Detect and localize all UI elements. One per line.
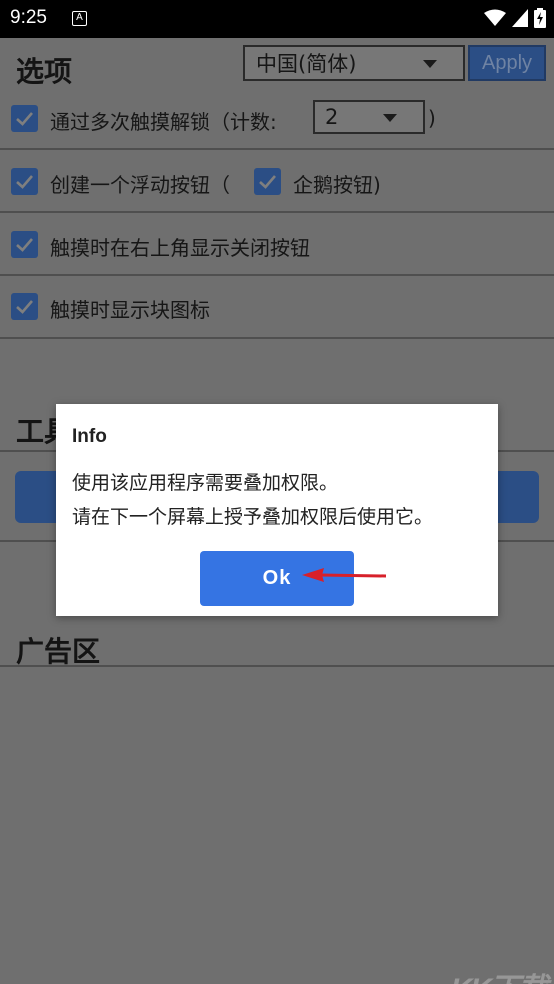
floating-button-checkbox[interactable] (11, 168, 38, 195)
setting-row-close-button: 触摸时在右上角显示关闭按钮 (0, 213, 554, 276)
count-select[interactable]: 2 (313, 100, 425, 134)
signal-icon (512, 9, 528, 27)
block-icon-label: 触摸时显示块图标 (50, 298, 210, 322)
setting-row-unlock: 通过多次触摸解锁（计数: 2 ) (0, 88, 554, 150)
dialog-title: Info (72, 426, 107, 447)
count-value: 2 (325, 105, 339, 129)
watermark-logo: KK下载 (451, 964, 548, 984)
dialog-message-line2: 请在下一个屏幕上授予叠加权限后使用它。 (72, 506, 434, 528)
block-icon-checkbox[interactable] (11, 293, 38, 320)
close-button-checkbox[interactable] (11, 231, 38, 258)
battery-icon (534, 8, 546, 28)
clock: 9:25 (10, 7, 47, 28)
check-icon (16, 238, 33, 252)
setting-row-floating: 创建一个浮动按钮（ 企鹅按钮) (0, 150, 554, 213)
annotation-arrow-icon (302, 568, 387, 582)
unlock-checkbox[interactable] (11, 105, 38, 132)
dropdown-arrow-icon (423, 60, 437, 68)
dialog-message-line1: 使用该应用程序需要叠加权限。 (72, 472, 339, 494)
language-select[interactable]: 中国(简体) (243, 45, 465, 81)
check-icon (16, 175, 33, 189)
penguin-button-checkbox[interactable] (254, 168, 281, 195)
status-bar: 9:25 A (0, 0, 554, 38)
ads-title: 广告区 (16, 635, 101, 668)
options-title: 选项 (16, 55, 73, 88)
notification-icon: A (72, 11, 87, 26)
unlock-label-close: ) (428, 106, 436, 130)
check-icon (16, 300, 33, 314)
language-value: 中国(简体) (256, 52, 357, 76)
setting-row-block-icon: 触摸时显示块图标 (0, 276, 554, 339)
check-icon (16, 112, 33, 126)
status-icons (484, 8, 546, 28)
dropdown-arrow-icon (383, 114, 397, 122)
check-icon (259, 175, 276, 189)
info-dialog: Info 使用该应用程序需要叠加权限。 请在下一个屏幕上授予叠加权限后使用它。 … (56, 404, 498, 616)
floating-button-label: 创建一个浮动按钮（ (50, 173, 230, 197)
unlock-label: 通过多次触摸解锁（计数: (50, 110, 277, 134)
close-button-label: 触摸时在右上角显示关闭按钮 (50, 236, 310, 260)
apply-button[interactable]: Apply (468, 45, 546, 81)
divider (0, 665, 554, 667)
wifi-icon (484, 9, 506, 26)
penguin-button-label: 企鹅按钮) (293, 173, 381, 197)
